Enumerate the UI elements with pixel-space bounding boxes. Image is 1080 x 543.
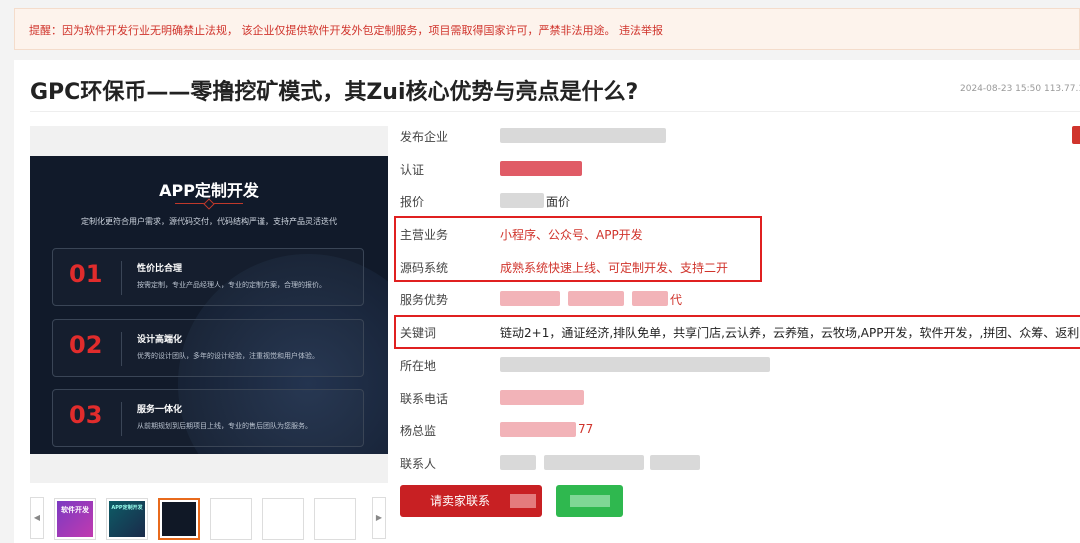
company-label: 发布企业 — [400, 130, 449, 144]
contact-redacted — [650, 455, 700, 470]
page-title: GPC环保币——零撸挖矿模式，其Zui核心优势与亮点是什么? — [30, 80, 639, 105]
feature-title: 设计高端化 — [137, 335, 183, 345]
contact-button-redacted — [510, 494, 536, 508]
feature-card: 01 性价比合理 按需定制，专业产品经理人，专业的定制方案，合理的报价。 — [52, 248, 364, 306]
phone-redacted — [500, 390, 584, 405]
thumbnail-image — [162, 502, 196, 536]
cert-badge-redacted — [500, 161, 582, 176]
feature-card: 03 服务一体化 从前期规划到后期项目上线，专业的售后团队为您服务。 — [52, 389, 364, 447]
feature-title: 服务一体化 — [137, 405, 183, 415]
company-value-redacted — [500, 128, 666, 143]
thumbnail-image: APP定制开发 — [109, 501, 145, 537]
notice-text: 提醒：因为软件开发行业无明确禁止法规， 该企业仅提供软件开发外包定制服务，项目需… — [29, 24, 663, 37]
image-gallery: APP定制开发 定制化更符合用户需求，源代码交付，代码结构严谨，支持产品灵活迭代… — [30, 126, 388, 483]
location-redacted — [500, 357, 770, 372]
feature-card: 02 设计高端化 优秀的设计团队，多年的设计经验，注重视觉和用户体验。 — [52, 319, 364, 377]
price-label: 报价 — [400, 195, 425, 209]
contact-label: 联系人 — [400, 457, 437, 471]
wechat-button[interactable] — [556, 485, 623, 517]
advantage-redacted — [568, 291, 624, 306]
price-suffix: 面价 — [546, 195, 571, 209]
feature-desc: 从前期规划到后期项目上线，专业的售后团队为您服务。 — [137, 422, 312, 430]
thumbnail-strip: ◀ 软件开发 APP定制开发 ▶ — [30, 497, 388, 543]
advantage-suffix: 代 — [670, 293, 683, 307]
phone-label: 联系电话 — [400, 392, 449, 406]
side-tag[interactable] — [1072, 126, 1080, 144]
thumbnail[interactable]: APP定制开发 — [106, 498, 148, 540]
thumbnail[interactable] — [314, 498, 356, 540]
advantage-redacted — [632, 291, 668, 306]
manager-label: 杨总监 — [400, 424, 437, 438]
feature-desc: 优秀的设计团队，多年的设计经验，注重视觉和用户体验。 — [137, 352, 319, 360]
feature-divider — [121, 402, 122, 436]
location-label: 所在地 — [400, 359, 437, 373]
highlight-box-business — [394, 216, 762, 282]
notice-banner: 提醒：因为软件开发行业无明确禁止法规， 该企业仅提供软件开发外包定制服务，项目需… — [14, 8, 1080, 50]
next-arrow-icon[interactable]: ▶ — [372, 497, 386, 539]
feature-number: 02 — [69, 331, 103, 359]
thumbnail-selected[interactable] — [158, 498, 200, 540]
publish-meta: 2024-08-23 15:50 113.77.16 — [960, 84, 1080, 94]
manager-suffix: 77 — [578, 422, 594, 436]
advantage-label: 服务优势 — [400, 293, 449, 307]
contact-seller-label: 请卖家联系 — [430, 494, 491, 508]
thumbnail-label: 软件开发 — [61, 506, 89, 514]
thumbnail[interactable] — [262, 498, 304, 540]
highlight-box-keywords — [394, 315, 1080, 349]
promo-subtitle: 定制化更符合用户需求，源代码交付，代码结构严谨，支持产品灵活迭代 — [81, 217, 337, 226]
prev-arrow-icon[interactable]: ◀ — [30, 497, 44, 539]
feature-number: 01 — [69, 260, 103, 288]
main-image[interactable]: APP定制开发 定制化更符合用户需求，源代码交付，代码结构严谨，支持产品灵活迭代… — [30, 156, 388, 454]
price-value-redacted — [500, 193, 544, 208]
cert-label: 认证 — [400, 163, 425, 177]
feature-divider — [121, 332, 122, 366]
detail-card: GPC环保币——零撸挖矿模式，其Zui核心优势与亮点是什么? 2024-08-2… — [14, 60, 1080, 543]
thumbnail[interactable]: 软件开发 — [54, 498, 96, 540]
thumbnail-label: APP定制开发 — [111, 505, 143, 511]
contact-seller-button[interactable]: 请卖家联系 — [400, 485, 542, 517]
contact-redacted — [544, 455, 644, 470]
feature-number: 03 — [69, 401, 103, 429]
advantage-redacted — [500, 291, 560, 306]
contact-redacted — [500, 455, 536, 470]
promo-divider — [175, 203, 243, 204]
feature-divider — [121, 261, 122, 295]
manager-phone-redacted — [500, 422, 576, 437]
feature-desc: 按需定制，专业产品经理人，专业的定制方案，合理的报价。 — [137, 281, 326, 289]
title-divider — [30, 111, 1080, 112]
thumbnail[interactable] — [210, 498, 252, 540]
feature-title: 性价比合理 — [137, 264, 183, 274]
wechat-button-redacted — [570, 495, 610, 507]
thumbnail-image: 软件开发 — [57, 501, 93, 537]
